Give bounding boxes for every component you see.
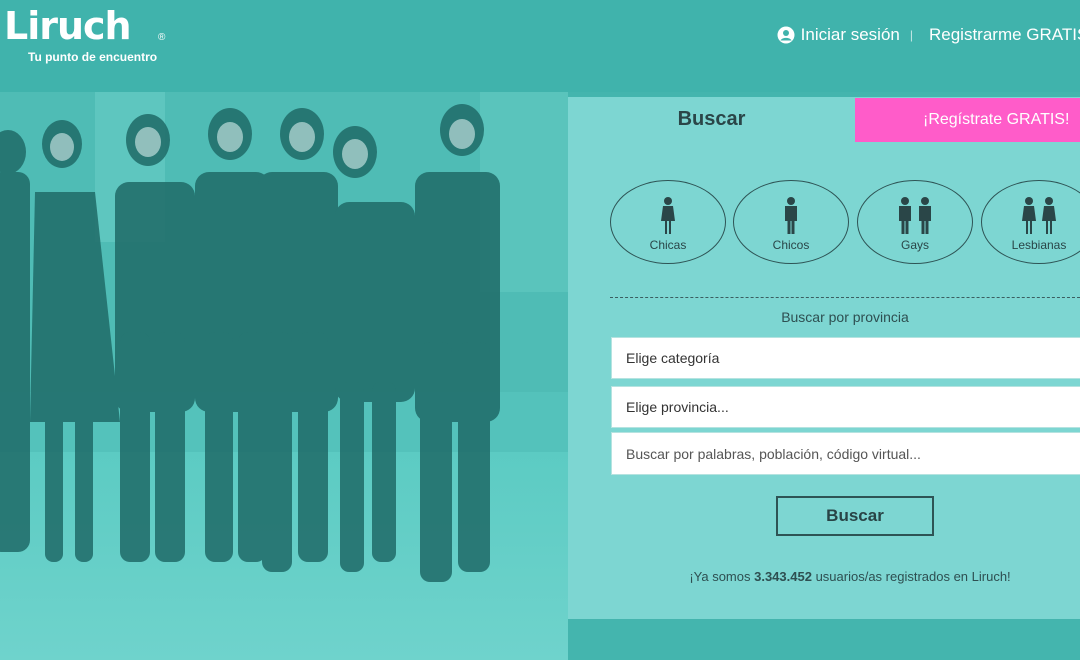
hero-photo [0, 92, 568, 660]
search-button[interactable]: Buscar [776, 496, 934, 536]
keyword-search-field [611, 432, 1080, 475]
province-select[interactable]: Elige provincia... [611, 386, 1080, 428]
tab-register-free[interactable]: ¡Regístrate GRATIS! [855, 98, 1080, 142]
category-select[interactable]: Elige categoría [611, 337, 1080, 379]
header: Liruch ® Tu punto de encuentro Iniciar s… [0, 0, 1080, 92]
top-nav: Iniciar sesión | Registrarme GRATIS [777, 22, 1080, 48]
category-label: Chicas [649, 238, 687, 252]
province-search-label: Buscar por provincia [781, 309, 909, 325]
category-label: Lesbianas [1011, 238, 1067, 252]
stats-prefix: ¡Ya somos [689, 569, 755, 584]
register-link[interactable]: Registrarme GRATIS [929, 25, 1080, 45]
category-chicos[interactable]: Chicos [733, 180, 849, 264]
tab-search[interactable]: Buscar [568, 97, 855, 142]
stats-count: 3.343.452 [754, 569, 812, 584]
keyword-search-input[interactable] [626, 445, 1080, 462]
logo-wordmark: Liruch [4, 4, 132, 48]
search-panel: Buscar ¡Regístrate GRATIS! Chicas Chicos [568, 97, 1080, 619]
province-select-value: Elige provincia... [626, 399, 729, 415]
two-men-icon [899, 197, 931, 234]
two-women-icon [1022, 197, 1056, 234]
category-label: Chicos [772, 238, 810, 252]
category-label: Gays [900, 238, 929, 252]
logo-tagline: Tu punto de encuentro [28, 50, 158, 64]
nav-separator: | [909, 28, 913, 42]
stats-suffix: usuarios/as registrados en Liruch! [811, 569, 1011, 584]
liruch-logo[interactable]: Liruch ® Tu punto de encuentro [4, 4, 194, 72]
registered-mark: ® [158, 32, 166, 43]
category-gays[interactable]: Gays [857, 180, 973, 264]
man-icon [785, 197, 797, 234]
user-circle-icon [777, 26, 795, 44]
woman-icon [661, 197, 675, 234]
login-label: Iniciar sesión [800, 25, 900, 44]
registered-users-stats: ¡Ya somos 3.343.452 usuarios/as registra… [660, 569, 1040, 584]
category-lesbianas[interactable]: Lesbianas [981, 180, 1080, 264]
login-link[interactable]: Iniciar sesión [777, 25, 900, 45]
category-chicas[interactable]: Chicas [610, 180, 726, 264]
category-select-value: Elige categoría [626, 350, 720, 366]
panel-tabs: Buscar ¡Regístrate GRATIS! [568, 97, 1080, 142]
category-options: Chicas Chicos Gays Lesbianas [610, 180, 1080, 266]
dashed-divider [610, 297, 1080, 298]
